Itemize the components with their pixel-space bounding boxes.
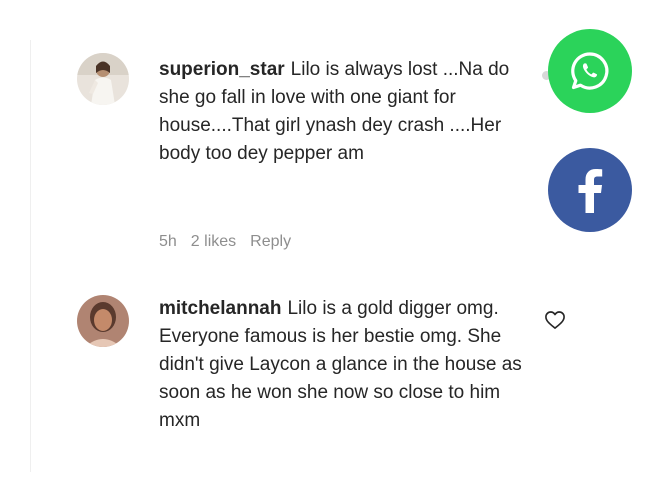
comment-text-block: superion_star Lilo is always lost ...Na d… [159,56,529,168]
comment-likes[interactable]: 2 likes [191,233,236,251]
avatar-woman-portrait-icon [77,295,129,347]
comment-meta: 5h 2 likes Reply [159,233,291,251]
comment-username[interactable]: mitchelannah [159,298,281,319]
like-button[interactable] [542,307,568,333]
avatar-woman-white-dress-icon [77,53,129,105]
comment-text-block: mitchelannah Lilo is a gold digger omg. E… [159,295,529,435]
thread-divider [30,40,31,472]
comment-time[interactable]: 5h [159,233,177,251]
comment-username[interactable]: superion_star [159,59,285,80]
facebook-icon [578,169,603,213]
avatar[interactable] [77,53,129,105]
facebook-share-button[interactable] [548,148,632,232]
heart-outline-icon [545,311,565,329]
reply-button[interactable]: Reply [250,233,291,251]
avatar[interactable] [77,295,129,347]
whatsapp-share-button[interactable] [548,29,632,113]
whatsapp-icon [571,52,609,90]
